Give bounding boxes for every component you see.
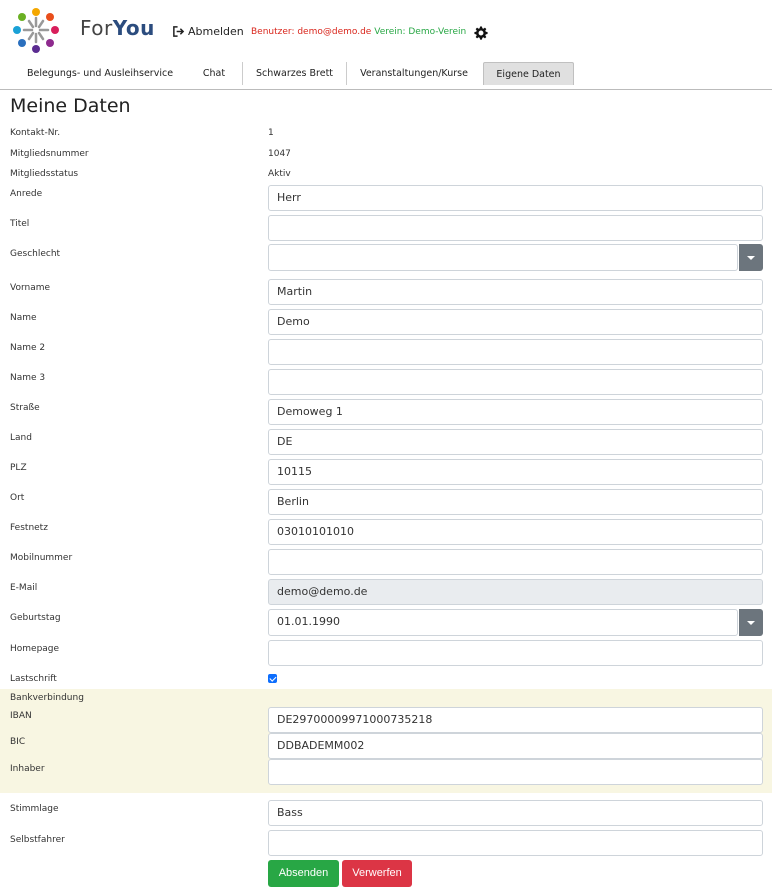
verein-text: Verein: Demo-Verein [374, 27, 467, 37]
plz-label: PLZ [10, 463, 27, 473]
name2-input[interactable] [268, 339, 763, 365]
geschlecht-select[interactable] [268, 244, 738, 271]
logout-link[interactable]: Abmelden [172, 25, 244, 38]
bic-label: BIC [10, 737, 26, 747]
name-input[interactable]: Demo [268, 309, 763, 335]
tab-veranstaltungen[interactable]: Veranstaltungen/Kurse [346, 62, 481, 85]
lastschrift-label: Lastschrift [10, 674, 57, 684]
stimmlage-input[interactable]: Bass [268, 800, 763, 826]
mitgliedsstatus-value: Aktiv [268, 169, 291, 179]
stimmlage-label: Stimmlage [10, 804, 59, 814]
titel-label: Titel [10, 219, 30, 229]
tab-eigene-daten[interactable]: Eigene Daten [483, 62, 574, 85]
geschlecht-dropdown-button[interactable] [739, 244, 763, 271]
main-tabs: Belegungs- und Ausleihservice Chat Schwa… [0, 62, 772, 90]
festnetz-input[interactable]: 03010101010 [268, 519, 763, 545]
iban-input[interactable]: DE29700009971000735218 [268, 707, 763, 733]
lastschrift-checkbox[interactable] [268, 674, 277, 683]
festnetz-label: Festnetz [10, 523, 48, 533]
brand-name: ForYou [80, 16, 155, 40]
logout-icon [173, 26, 185, 37]
app-header: ForYou Abmelden Benutzer: demo@demo.de V… [0, 0, 772, 62]
name-label: Name [10, 313, 37, 323]
mobilnummer-label: Mobilnummer [10, 553, 73, 563]
homepage-label: Homepage [10, 644, 60, 654]
submit-button[interactable]: Absenden [268, 860, 339, 887]
email-input: demo@demo.de [268, 579, 763, 605]
geburtstag-label: Geburtstag [10, 613, 61, 623]
discard-button[interactable]: Verwerfen [342, 860, 412, 887]
geschlecht-label: Geschlecht [10, 249, 61, 259]
plz-input[interactable]: 10115 [268, 459, 763, 485]
land-label: Land [10, 433, 32, 443]
name3-label: Name 3 [10, 373, 46, 383]
mitgliedsnummer-label: Mitgliedsnummer [10, 149, 89, 159]
anrede-input[interactable]: Herr [268, 185, 763, 211]
bic-input[interactable]: DDBADEMM002 [268, 733, 763, 759]
selbstfahrer-label: Selbstfahrer [10, 835, 65, 845]
mitgliedsstatus-label: Mitgliedsstatus [10, 169, 79, 179]
anrede-label: Anrede [10, 189, 43, 199]
user-text: Benutzer: demo@demo.de [251, 27, 372, 37]
titel-input[interactable] [268, 215, 763, 241]
mobilnummer-input[interactable] [268, 549, 763, 575]
inhaber-input[interactable] [268, 759, 763, 785]
ort-input[interactable]: Berlin [268, 489, 763, 515]
selbstfahrer-input[interactable] [268, 830, 763, 856]
logout-label: Abmelden [188, 25, 244, 38]
iban-label: IBAN [10, 711, 32, 721]
gear-icon[interactable] [474, 26, 488, 40]
bank-section-label: Bankverbindung [10, 693, 84, 703]
geburtstag-dropdown-button[interactable] [739, 609, 763, 636]
tab-schwarzes-brett[interactable]: Schwarzes Brett [242, 62, 346, 85]
user-info: Benutzer: demo@demo.de Verein: Demo-Vere… [251, 27, 466, 37]
vorname-label: Vorname [10, 283, 51, 293]
ort-label: Ort [10, 493, 25, 503]
email-label: E-Mail [10, 583, 38, 593]
name2-label: Name 2 [10, 343, 46, 353]
name3-input[interactable] [268, 369, 763, 395]
land-input[interactable]: DE [268, 429, 763, 455]
strasse-input[interactable]: Demoweg 1 [268, 399, 763, 425]
strasse-label: Straße [10, 403, 40, 413]
tab-belegung[interactable]: Belegungs- und Ausleihservice [20, 62, 180, 85]
kontakt-label: Kontakt-Nr. [10, 128, 61, 138]
vorname-input[interactable]: Martin [268, 279, 763, 305]
page-title: Meine Daten [10, 95, 131, 117]
mitgliedsnummer-value: 1047 [268, 149, 291, 159]
homepage-input[interactable] [268, 640, 763, 666]
logo-icon [13, 8, 59, 53]
kontakt-value: 1 [268, 128, 274, 138]
geburtstag-input[interactable]: 01.01.1990 [268, 609, 738, 636]
inhaber-label: Inhaber [10, 764, 45, 774]
tab-chat[interactable]: Chat [188, 62, 240, 85]
